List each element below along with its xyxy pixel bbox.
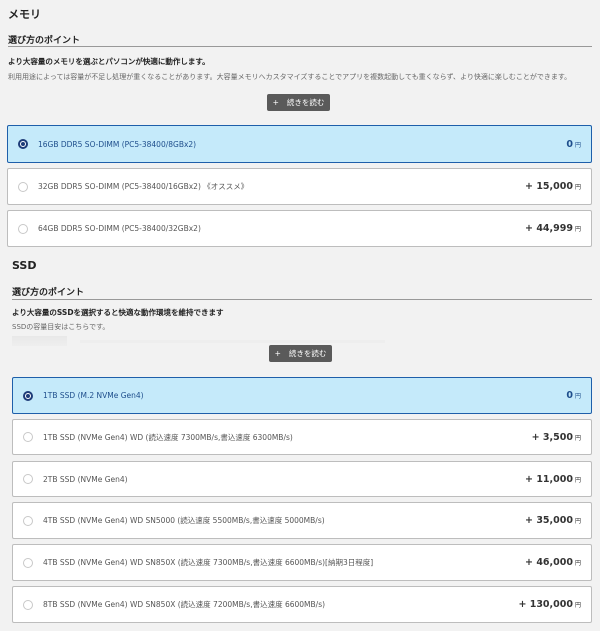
radio-icon[interactable]	[18, 181, 28, 192]
ssd-option-price: + 11,000 円	[525, 473, 581, 485]
ssd-option-price: + 3,500 円	[531, 431, 581, 443]
read-more-label: 続きを読む	[288, 349, 327, 358]
plus-icon: +	[274, 349, 281, 358]
ssd-read-more-button[interactable]: + 続きを読む	[269, 345, 332, 362]
ssd-heading: SSD	[12, 259, 37, 272]
radio-icon[interactable]	[23, 515, 33, 526]
memory-divider	[8, 46, 592, 47]
memory-option-label: 32GB DDR5 SO-DIMM (PC5-38400/16GBx2) 《オス…	[38, 182, 249, 191]
ssd-divider	[12, 299, 592, 300]
ssd-body-text: SSDの容量目安はこちらです。	[12, 323, 110, 331]
radio-icon[interactable]	[23, 432, 33, 442]
ssd-option-label: 4TB SSD (NVMe Gen4) WD SN5000 (読込速度 5500…	[43, 516, 325, 525]
memory-option-price: + 15,000 円	[525, 181, 581, 192]
memory-read-more-button[interactable]: + 続きを読む	[267, 94, 330, 111]
ssd-lead-text: より大容量のSSDを選択すると快適な動作環境を維持できます	[12, 308, 224, 317]
plus-icon: +	[272, 98, 279, 107]
memory-body-text: 利用用途によっては容量が不足し処理が重くなることがあります。大容量メモリへカスタ…	[8, 73, 572, 81]
memory-option[interactable]: 16GB DDR5 SO-DIMM (PC5-38400/8GBx2) 0円	[7, 125, 592, 163]
ssd-option-label: 1TB SSD (M.2 NVMe Gen4)	[43, 391, 144, 400]
ssd-option-price: + 130,000 円	[518, 599, 581, 610]
ssd-option[interactable]: 1TB SSD (NVMe Gen4) WD (読込速度 7300MB/s,書込…	[12, 419, 592, 455]
memory-option-label: 64GB DDR5 SO-DIMM (PC5-38400/32GBx2)	[38, 224, 201, 233]
ssd-option[interactable]: 2TB SSD (NVMe Gen4) + 11,000 円	[12, 461, 592, 497]
radio-icon[interactable]	[18, 223, 28, 234]
ssd-option-price: 0円	[566, 390, 581, 401]
radio-selected-icon[interactable]	[18, 139, 28, 149]
radio-selected-icon[interactable]	[23, 390, 33, 401]
memory-heading: メモリ	[8, 8, 41, 21]
memory-option-price: + 44,999 円	[525, 223, 581, 234]
ssd-point-title: 選び方のポイント	[12, 288, 85, 298]
memory-lead-text: より大容量のメモリを選ぶとパソコンが快適に動作します。	[8, 57, 210, 66]
ssd-option-label: 2TB SSD (NVMe Gen4)	[43, 474, 128, 484]
memory-option[interactable]: 64GB DDR5 SO-DIMM (PC5-38400/32GBx2) + 4…	[7, 210, 592, 247]
radio-icon[interactable]	[23, 474, 33, 484]
memory-option-label: 16GB DDR5 SO-DIMM (PC5-38400/8GBx2)	[38, 139, 197, 149]
radio-icon[interactable]	[23, 557, 33, 568]
read-more-label: 続きを読む	[286, 98, 325, 107]
ssd-option-label: 8TB SSD (NVMe Gen4) WD SN850X (読込速度 7200…	[43, 600, 326, 609]
ssd-option-price: + 46,000 円	[525, 557, 581, 568]
ssd-option[interactable]: 1TB SSD (M.2 NVMe Gen4) 0円	[12, 377, 592, 414]
memory-option-price: 0円	[566, 138, 581, 150]
ssd-option-label: 1TB SSD (NVMe Gen4) WD (読込速度 7300MB/s,書込…	[43, 432, 293, 442]
ssd-option[interactable]: 4TB SSD (NVMe Gen4) WD SN850X (読込速度 7300…	[12, 544, 592, 581]
ssd-option[interactable]: 8TB SSD (NVMe Gen4) WD SN850X (読込速度 7200…	[12, 586, 592, 623]
ssd-option[interactable]: 4TB SSD (NVMe Gen4) WD SN5000 (読込速度 5500…	[12, 502, 592, 539]
memory-point-title: 選び方のポイント	[8, 36, 81, 46]
memory-option[interactable]: 32GB DDR5 SO-DIMM (PC5-38400/16GBx2) 《オス…	[7, 168, 592, 205]
radio-icon[interactable]	[23, 599, 33, 610]
ssd-option-price: + 35,000 円	[525, 515, 581, 526]
ssd-option-label: 4TB SSD (NVMe Gen4) WD SN850X (読込速度 7300…	[43, 558, 374, 567]
